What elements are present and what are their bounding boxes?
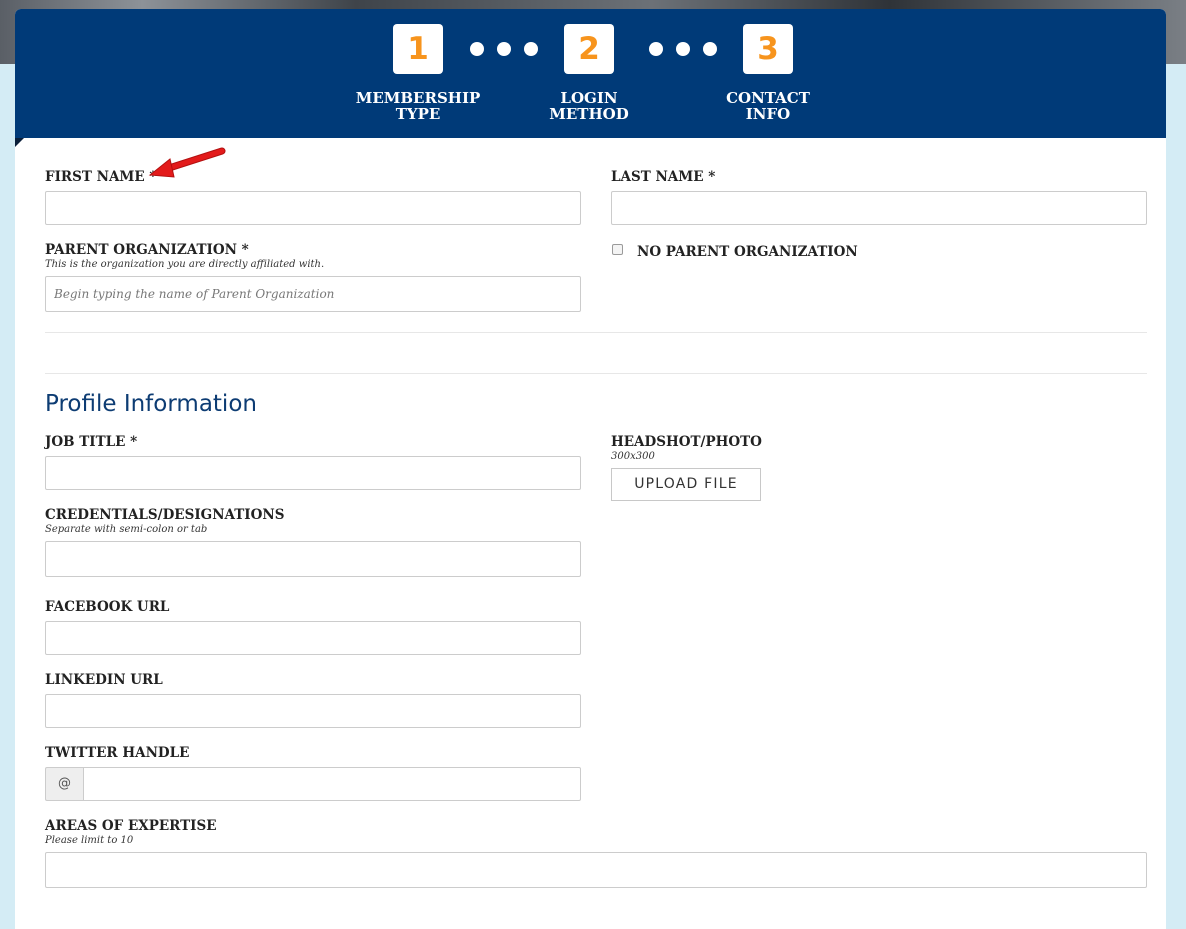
step-label: LOGIN METHOD bbox=[549, 89, 629, 123]
headshot-hint: 300x300 bbox=[611, 451, 655, 462]
first-name-input[interactable] bbox=[45, 191, 581, 225]
headshot-label: HEADSHOT/PHOTO bbox=[611, 434, 762, 450]
job-title-input[interactable] bbox=[45, 456, 581, 490]
ribbon-fold bbox=[15, 138, 24, 147]
parent-org-hint: This is the organization you are directl… bbox=[45, 259, 325, 270]
no-parent-org-label: NO PARENT ORGANIZATION bbox=[637, 244, 858, 260]
no-parent-org-checkbox[interactable] bbox=[612, 244, 623, 255]
facebook-url-input[interactable] bbox=[45, 621, 581, 655]
step-label: CONTACT INFO bbox=[726, 89, 810, 123]
linkedin-label: LINKEDIN URL bbox=[45, 672, 163, 688]
expertise-hint: Please limit to 10 bbox=[45, 835, 134, 846]
parent-org-input[interactable] bbox=[45, 276, 581, 312]
credentials-input[interactable] bbox=[45, 541, 581, 577]
last-name-label: LAST NAME * bbox=[611, 169, 716, 185]
step-contact-info[interactable]: 3 CONTACT INFO bbox=[688, 24, 848, 122]
twitter-label: TWITTER HANDLE bbox=[45, 745, 190, 761]
job-title-label: JOB TITLE * bbox=[45, 434, 138, 450]
step-label: MEMBERSHIP TYPE bbox=[355, 89, 481, 123]
steps-header: 1 MEMBERSHIP TYPE 2 LOGIN METHOD 3 CONTA… bbox=[15, 9, 1166, 138]
upload-file-button[interactable]: UPLOAD FILE bbox=[611, 468, 761, 501]
profile-section-title: Profile Information bbox=[45, 391, 257, 417]
credentials-hint: Separate with semi-colon or tab bbox=[45, 524, 208, 535]
step-number: 2 bbox=[564, 24, 614, 74]
twitter-at-prefix: @ bbox=[45, 767, 83, 801]
twitter-handle-input[interactable] bbox=[83, 767, 581, 801]
step-number: 1 bbox=[393, 24, 443, 74]
section-divider bbox=[45, 373, 1147, 374]
red-arrow-icon bbox=[148, 147, 226, 178]
step-membership-type[interactable]: 1 MEMBERSHIP TYPE bbox=[338, 24, 498, 122]
first-name-label: FIRST NAME * bbox=[45, 169, 157, 185]
dot-icon bbox=[649, 42, 663, 56]
dot-icon bbox=[470, 42, 484, 56]
credentials-label: CREDENTIALS/DESIGNATIONS bbox=[45, 507, 285, 523]
step-login-method[interactable]: 2 LOGIN METHOD bbox=[509, 24, 669, 122]
step-number: 3 bbox=[743, 24, 793, 74]
facebook-label: FACEBOOK URL bbox=[45, 599, 170, 615]
parent-org-label: PARENT ORGANIZATION * bbox=[45, 242, 249, 258]
linkedin-url-input[interactable] bbox=[45, 694, 581, 728]
section-divider bbox=[45, 332, 1147, 333]
areas-of-expertise-input[interactable] bbox=[45, 852, 1147, 888]
expertise-label: AREAS OF EXPERTISE bbox=[45, 818, 217, 834]
last-name-input[interactable] bbox=[611, 191, 1147, 225]
